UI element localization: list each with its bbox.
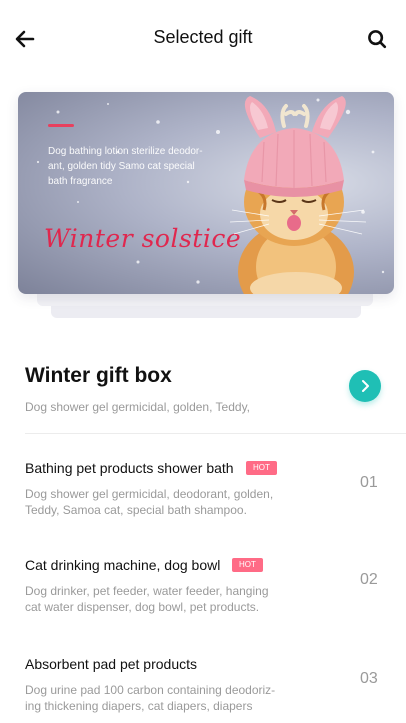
app-screen: Selected gift Dog bathing lotion sterili…	[0, 0, 406, 723]
item-description: Dog drinker, pet feeder, water feeder, h…	[25, 584, 269, 614]
item-number: 03	[360, 670, 378, 687]
banner-description: Dog bathing lotion sterilize deodor-ant,…	[48, 146, 203, 187]
item-description: Dog urine pad 100 carbon containing deod…	[25, 683, 276, 713]
list-item[interactable]: Cat drinking machine, dog bowl HOT Dog d…	[0, 557, 406, 647]
item-title: Bathing pet products shower bath	[25, 460, 234, 476]
cat-illustration	[229, 96, 367, 294]
item-title: Cat drinking machine, dog bowl	[25, 557, 221, 573]
section-divider	[25, 433, 406, 434]
search-icon	[368, 30, 387, 49]
item-number: 02	[360, 571, 378, 588]
list-item[interactable]: Absorbent pad pet products Dog urine pad…	[0, 656, 406, 723]
header: Selected gift	[0, 0, 406, 76]
featured-subtitle: Dog shower gel germicidal, golden, Teddy…	[25, 400, 251, 414]
item-title: Absorbent pad pet products	[25, 656, 198, 672]
hot-badge: HOT	[232, 558, 263, 572]
hot-badge: HOT	[246, 461, 277, 475]
featured-go-button[interactable]	[349, 370, 381, 402]
page-title: Selected gift	[153, 27, 253, 47]
promo-banner[interactable]: Dog bathing lotion sterilize deodor-ant,…	[18, 92, 394, 294]
featured-title: Winter gift box	[25, 364, 172, 387]
item-number: 01	[360, 474, 378, 491]
banner-card-shadow-front	[37, 292, 373, 306]
item-description: Dog shower gel germicidal, deodorant, go…	[25, 487, 274, 517]
banner-script-title: Winter solstice	[44, 224, 242, 253]
banner-accent-bar	[48, 124, 74, 127]
list-item[interactable]: Bathing pet products shower bath HOT Dog…	[0, 460, 406, 550]
search-button[interactable]	[362, 24, 392, 54]
chevron-right-icon	[362, 380, 369, 392]
